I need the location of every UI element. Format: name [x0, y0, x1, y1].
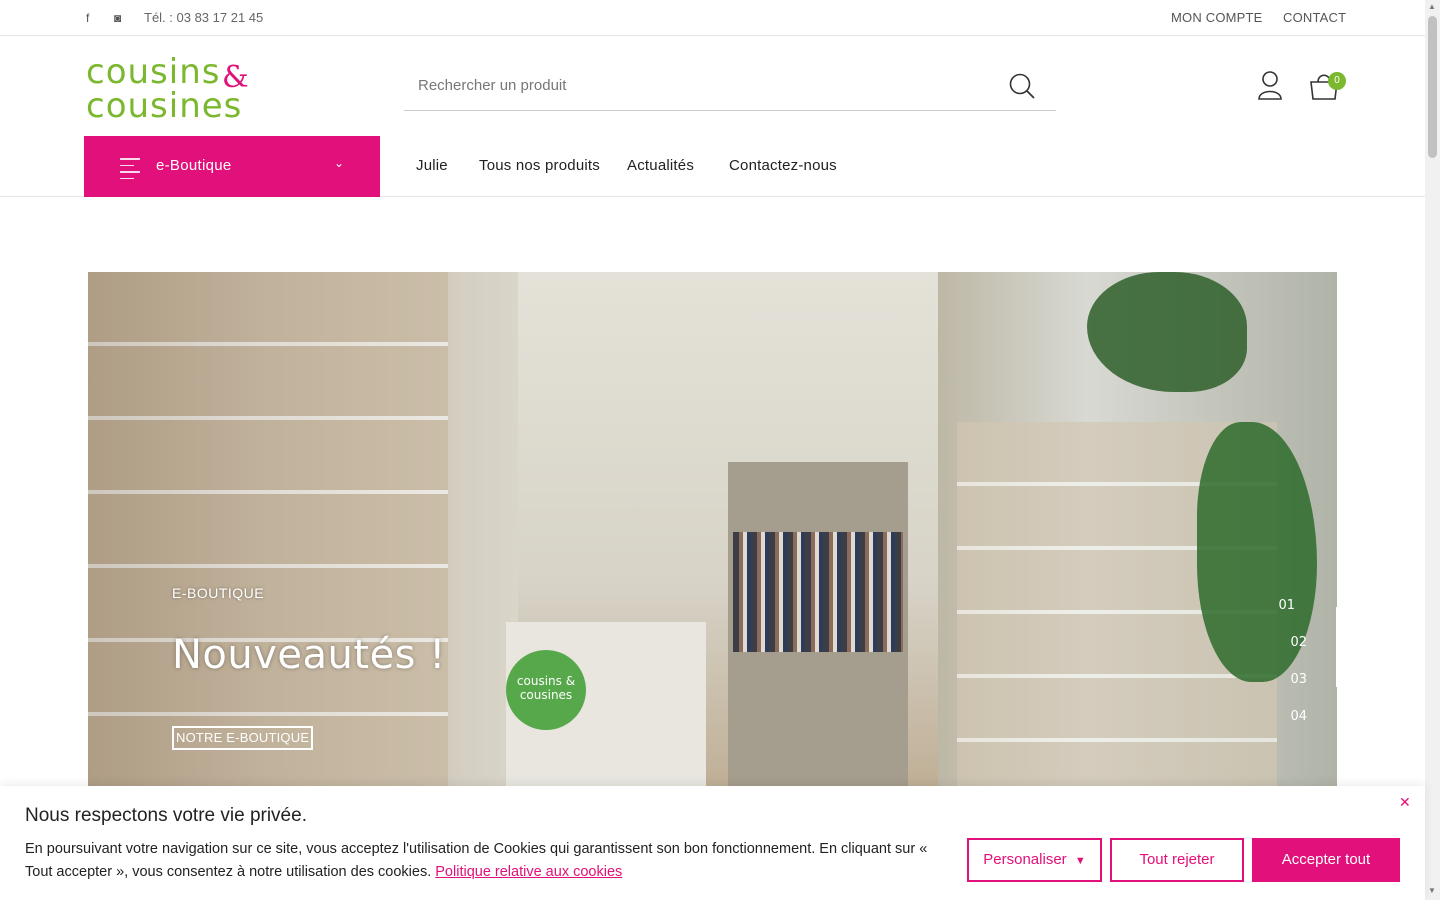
- cart-count-badge: 0: [1328, 72, 1346, 90]
- nav-link-julie[interactable]: Julie: [416, 157, 448, 174]
- eboutique-label: e-Boutique: [156, 157, 232, 174]
- slide-4-button[interactable]: 04: [1278, 709, 1307, 724]
- scroll-up-icon[interactable]: ▲: [1428, 2, 1436, 11]
- scroll-down-icon[interactable]: ▼: [1428, 886, 1436, 895]
- logo-line-1: cousins: [86, 52, 221, 92]
- page-scrollbar[interactable]: ▲ ▼: [1425, 0, 1440, 900]
- hero-slider: cousins & cousines E-BOUTIQUE Nouveautés…: [88, 272, 1337, 792]
- cookie-banner: Nous respectons votre vie privée. En pou…: [0, 786, 1425, 900]
- slide-1-button[interactable]: 01: [1278, 598, 1295, 613]
- hero-image-plant: [1087, 272, 1247, 392]
- slider-indicator-bar: [1336, 607, 1337, 687]
- nav-link-contact[interactable]: Contactez-nous: [729, 157, 837, 174]
- chevron-down-icon: ⌄: [333, 156, 344, 170]
- hero-cta-button[interactable]: NOTRE E-BOUTIQUE: [172, 726, 314, 750]
- hero-title: Nouveautés !: [172, 632, 446, 678]
- phone-number: Tél. : 03 83 17 21 45: [144, 10, 264, 25]
- nav-link-products[interactable]: Tous nos produits: [479, 157, 600, 174]
- main-navigation: e-Boutique ⌄: [0, 136, 1425, 197]
- hamburger-icon: [120, 158, 140, 184]
- search-input[interactable]: [404, 70, 1004, 100]
- cookie-text: En poursuivant votre navigation sur ce s…: [25, 838, 935, 884]
- facebook-icon[interactable]: f: [86, 11, 89, 25]
- hero-image-clothes-rack: [733, 532, 903, 652]
- reject-all-button[interactable]: Tout rejeter: [1110, 838, 1244, 882]
- hero-kicker: E-BOUTIQUE: [172, 585, 265, 601]
- slide-3-button[interactable]: 03: [1278, 672, 1307, 687]
- eboutique-menu-button[interactable]: e-Boutique ⌄: [84, 136, 380, 197]
- site-logo[interactable]: cousins & cousines: [86, 48, 249, 126]
- shop-sign: cousins & cousines: [506, 650, 586, 730]
- caret-down-icon: ▼: [1074, 855, 1086, 867]
- search-icon[interactable]: [1008, 72, 1036, 100]
- cookie-title: Nous respectons votre vie privée.: [25, 805, 307, 826]
- scrollbar-thumb[interactable]: [1428, 16, 1437, 158]
- nav-link-news[interactable]: Actualités: [627, 157, 694, 174]
- hero-image-left-shelves: [88, 272, 448, 792]
- slider-pagination: 01 02 03 04: [1278, 598, 1307, 746]
- instagram-icon[interactable]: ◙: [114, 11, 121, 25]
- cookie-policy-link[interactable]: Politique relative aux cookies: [435, 864, 622, 880]
- my-account-link[interactable]: MON COMPTE: [1171, 10, 1263, 25]
- contact-link[interactable]: CONTACT: [1283, 10, 1346, 25]
- slide-2-button[interactable]: 02: [1278, 635, 1307, 650]
- accept-all-button[interactable]: Accepter tout: [1252, 838, 1400, 882]
- top-bar: f ◙ Tél. : 03 83 17 21 45 MON COMPTE CON…: [0, 0, 1425, 36]
- logo-line-2: cousines: [86, 86, 243, 126]
- customize-label: Personaliser: [983, 851, 1067, 868]
- close-icon[interactable]: ✕: [1399, 794, 1411, 811]
- search-bar: [404, 60, 1056, 111]
- user-account-icon[interactable]: [1256, 70, 1284, 100]
- customize-button[interactable]: Personaliser ▼: [967, 838, 1102, 882]
